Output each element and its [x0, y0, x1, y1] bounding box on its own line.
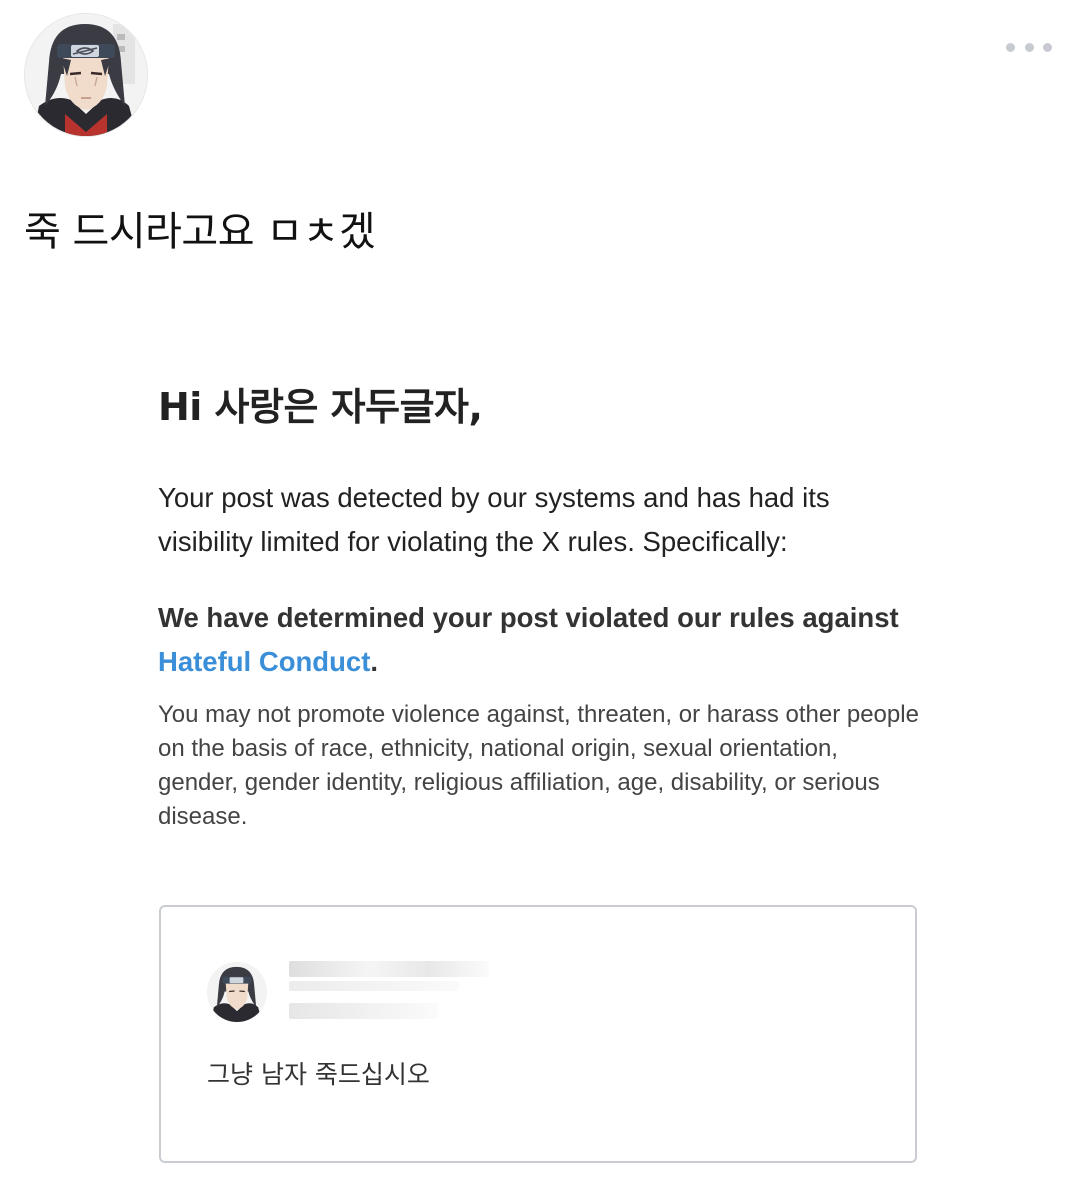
avatar[interactable]	[24, 13, 148, 137]
policy-description: You may not promote violence against, th…	[158, 701, 919, 830]
quoted-post-card[interactable]: 그냥 남자 죽드십시오	[159, 905, 917, 1163]
quoted-avatar	[207, 962, 267, 1022]
more-options-icon	[1024, 42, 1034, 52]
notice-greeting: Hi 사랑은 자두글자,	[158, 385, 483, 429]
itachi-avatar-icon	[207, 962, 267, 1022]
more-options-icon	[1006, 42, 1015, 52]
quoted-post-text: 그냥 남자 죽드십시오	[207, 1060, 430, 1089]
verdict-text: We have determined your post violated ou…	[158, 602, 899, 633]
more-options-button[interactable]	[1006, 36, 1052, 58]
itachi-avatar-icon	[25, 14, 147, 136]
tweet-text: 죽 드시라고요 ㅁㅊ겠	[24, 209, 376, 255]
redacted-author-name	[289, 981, 459, 991]
verdict-period: .	[370, 646, 378, 677]
redacted-author-name	[289, 961, 489, 977]
redacted-author-handle	[289, 1003, 439, 1019]
hateful-conduct-link[interactable]: Hateful Conduct	[158, 646, 370, 677]
notice-body: Your post was detected by our systems an…	[158, 482, 830, 557]
more-options-icon	[1043, 42, 1052, 52]
visibility-notice: Hi 사랑은 자두글자, Your post was detected by o…	[158, 380, 920, 834]
notice-verdict: We have determined your post violated ou…	[158, 596, 918, 684]
